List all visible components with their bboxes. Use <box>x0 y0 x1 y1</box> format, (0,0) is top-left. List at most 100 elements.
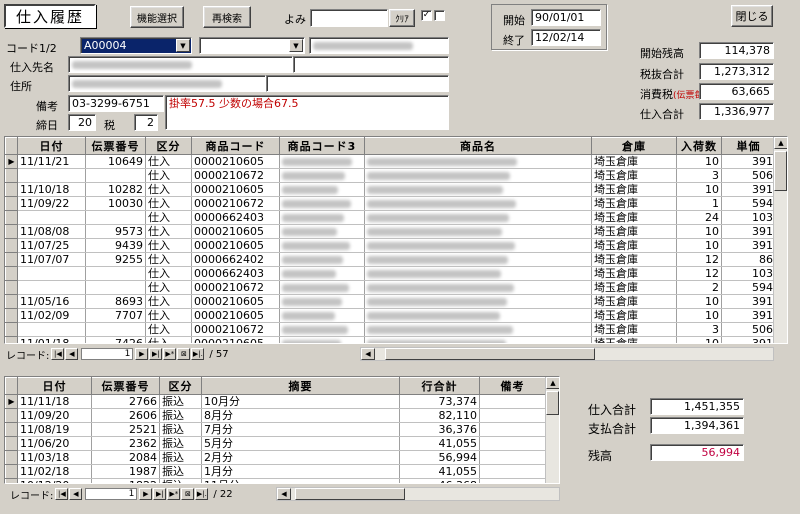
table-row[interactable]: 仕入 0000662403 埼玉倉庫 12 103 <box>5 266 776 281</box>
row-selector[interactable] <box>5 294 18 309</box>
table-cell[interactable] <box>364 266 592 281</box>
table-cell[interactable] <box>279 266 365 281</box>
table-cell[interactable]: 振込 <box>159 436 202 451</box>
table-cell[interactable]: 10月分 <box>201 394 400 409</box>
checkbox-1[interactable]: ✓ <box>421 10 432 21</box>
table-cell[interactable]: 11/06/20 <box>17 436 92 451</box>
table-cell[interactable]: 391 <box>721 182 776 197</box>
table-cell[interactable]: 8693 <box>85 294 146 309</box>
close-day-field[interactable]: 20 <box>68 114 96 131</box>
table-cell[interactable]: 1822 <box>91 478 160 483</box>
table-row[interactable]: 仕入 0000662403 埼玉倉庫 24 103 <box>5 210 776 225</box>
table-cell[interactable] <box>364 238 592 253</box>
table-cell[interactable] <box>364 224 592 239</box>
scroll-up-icon[interactable]: ▲ <box>774 137 787 149</box>
table-cell[interactable]: 10 <box>676 154 722 169</box>
table-cell[interactable] <box>364 336 592 343</box>
table-cell[interactable]: 9573 <box>85 224 146 239</box>
table-cell[interactable]: 2月分 <box>201 450 400 465</box>
row-selector[interactable] <box>5 196 18 211</box>
row-selector[interactable] <box>5 450 18 465</box>
table-cell[interactable]: 391 <box>721 294 776 309</box>
table-cell[interactable] <box>85 210 146 225</box>
table-cell[interactable]: 埼玉倉庫 <box>591 336 677 343</box>
table-cell[interactable] <box>364 168 592 183</box>
column-header[interactable]: 商品コード3 <box>279 137 365 155</box>
table-cell[interactable]: 0000662402 <box>191 252 280 267</box>
table-cell[interactable]: 46,368 <box>399 478 480 483</box>
table-cell[interactable] <box>85 280 146 295</box>
table-cell[interactable]: 12 <box>676 266 722 281</box>
filter-record-icon[interactable]: ▶|. <box>191 348 205 360</box>
address-field[interactable] <box>68 75 266 92</box>
table-cell[interactable]: 10 <box>676 294 722 309</box>
column-header[interactable]: 伝票番号 <box>85 137 146 155</box>
table-cell[interactable]: 埼玉倉庫 <box>591 238 677 253</box>
code2-select[interactable]: ▼ <box>199 37 305 54</box>
table-cell[interactable]: 11/07/25 <box>17 238 86 253</box>
table-row[interactable]: ▶ 11/11/18 2766 振込 10月分 73,374 <box>5 394 546 409</box>
row-selector[interactable] <box>5 168 18 183</box>
supplier-name2-field[interactable] <box>293 56 449 73</box>
period-start-field[interactable]: 90/01/01 <box>531 9 601 26</box>
table-cell[interactable]: 埼玉倉庫 <box>591 252 677 267</box>
table-cell[interactable]: 0000210672 <box>191 196 280 211</box>
table-cell[interactable]: 2 <box>676 280 722 295</box>
payment-grid-hscroll[interactable]: ◀ <box>276 487 560 501</box>
table-cell[interactable]: 10 <box>676 182 722 197</box>
table-row[interactable]: 11/09/20 2606 振込 8月分 82,110 <box>5 408 546 423</box>
note-text-field[interactable]: 掛率57.5 少数の場合67.5 <box>165 95 449 130</box>
table-cell[interactable]: 103 <box>721 266 776 281</box>
table-row[interactable]: 仕入 0000210672 埼玉倉庫 2 594 <box>5 280 776 295</box>
table-cell[interactable]: 506 <box>721 322 776 337</box>
row-selector[interactable] <box>5 266 18 281</box>
table-cell[interactable]: 10/12/20 <box>17 478 92 483</box>
table-cell[interactable] <box>17 322 86 337</box>
table-cell[interactable]: 11/01/18 <box>17 336 86 343</box>
table-cell[interactable]: 埼玉倉庫 <box>591 294 677 309</box>
table-cell[interactable]: 11月分 <box>201 478 400 483</box>
table-cell[interactable] <box>479 408 546 423</box>
table-cell[interactable]: 仕入 <box>145 280 192 295</box>
supplier-name-field[interactable] <box>68 56 293 73</box>
table-cell[interactable]: 0000210672 <box>191 168 280 183</box>
table-cell[interactable]: 506 <box>721 168 776 183</box>
column-header[interactable]: 入荷数 <box>676 137 722 155</box>
table-cell[interactable]: 0000210605 <box>191 294 280 309</box>
table-cell[interactable]: 仕入 <box>145 210 192 225</box>
table-cell[interactable] <box>279 308 365 323</box>
table-cell[interactable]: 11/09/20 <box>17 408 92 423</box>
table-cell[interactable]: 11/10/18 <box>17 182 86 197</box>
function-select-button[interactable]: 機能選択 <box>130 6 184 28</box>
table-cell[interactable]: 7月分 <box>201 422 400 437</box>
table-cell[interactable]: 11/02/09 <box>17 308 86 323</box>
column-header[interactable]: 倉庫 <box>591 137 677 155</box>
table-cell[interactable]: 2606 <box>91 408 160 423</box>
table-cell[interactable] <box>279 280 365 295</box>
address2-field[interactable] <box>266 75 449 92</box>
scroll-thumb[interactable] <box>774 151 787 191</box>
table-cell[interactable]: 仕入 <box>145 294 192 309</box>
table-row[interactable]: 10/12/201822振込11月分46,368 <box>5 478 546 483</box>
table-cell[interactable] <box>279 154 365 169</box>
table-cell[interactable] <box>279 210 365 225</box>
table-cell[interactable]: 10 <box>676 308 722 323</box>
payment-grid-vscroll[interactable]: ▲ <box>545 377 559 483</box>
yomi-input[interactable] <box>310 9 388 27</box>
table-row[interactable]: 11/08/19 2521 振込 7月分 36,376 <box>5 422 546 437</box>
tax-type-field[interactable]: 2 <box>134 114 158 131</box>
table-cell[interactable] <box>479 464 546 479</box>
table-cell[interactable]: 8月分 <box>201 408 400 423</box>
table-cell[interactable] <box>364 322 592 337</box>
payment-grid[interactable]: 日付 伝票番号 区分 摘要 行合計 備考 ▶ 11/11/18 2766 振込 10月分 73,37… <box>4 376 560 484</box>
table-cell[interactable]: 391 <box>721 308 776 323</box>
table-cell[interactable]: 10 <box>676 336 722 343</box>
first-record-icon[interactable]: |◀ <box>51 348 65 360</box>
scroll-thumb[interactable] <box>546 391 559 415</box>
chevron-down-icon[interactable]: ▼ <box>289 39 303 52</box>
table-cell[interactable]: 11/05/16 <box>17 294 86 309</box>
row-selector[interactable] <box>5 408 18 423</box>
table-cell[interactable]: 0000210605 <box>191 308 280 323</box>
table-cell[interactable] <box>279 168 365 183</box>
scroll-left-icon[interactable]: ◀ <box>277 488 291 500</box>
